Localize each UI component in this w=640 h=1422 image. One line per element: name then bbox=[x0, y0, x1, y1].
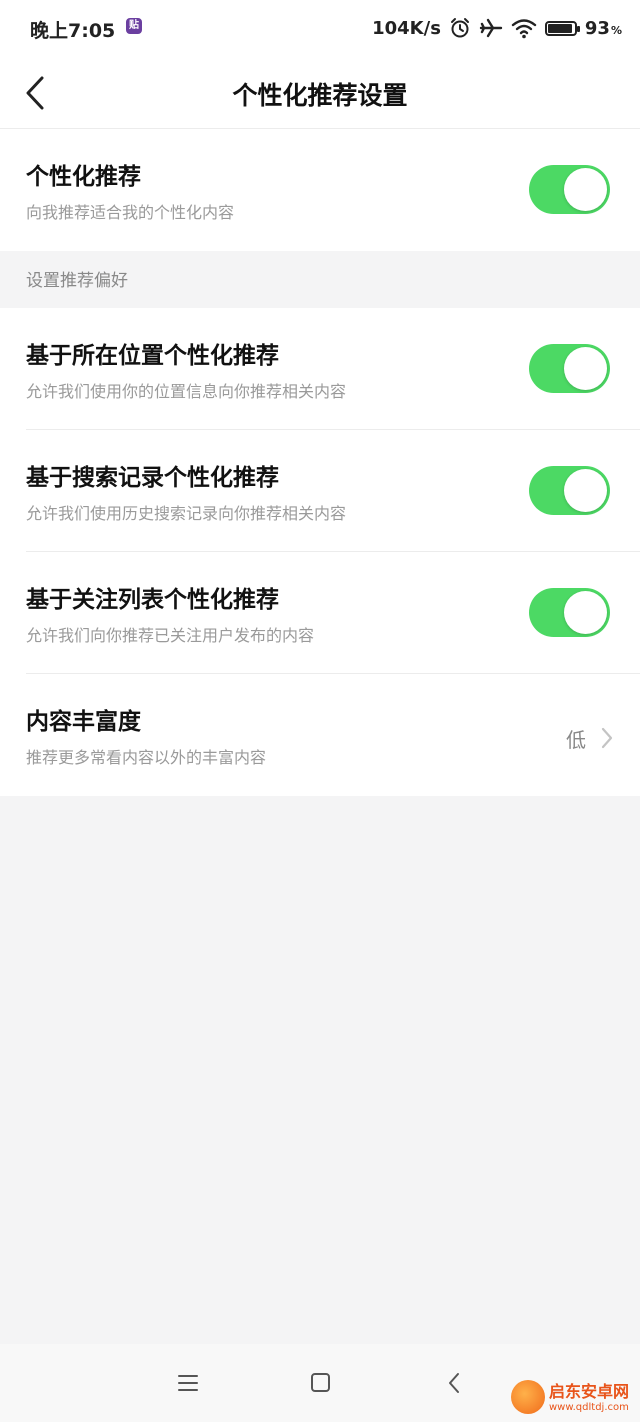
toggle-knob bbox=[564, 168, 607, 211]
wifi-icon bbox=[511, 19, 537, 39]
toggle-knob bbox=[564, 347, 607, 390]
row-title: 基于所在位置个性化推荐 bbox=[26, 343, 279, 369]
notification-app-icon: 贴 bbox=[126, 18, 142, 34]
personalized-recommendation-toggle[interactable] bbox=[529, 165, 610, 214]
row-title: 基于搜索记录个性化推荐 bbox=[26, 465, 279, 491]
section-label: 设置推荐偏好 bbox=[26, 271, 128, 291]
toggle-knob bbox=[564, 591, 607, 634]
search-history-recommendation-toggle[interactable] bbox=[529, 466, 610, 515]
following-list-recommendation-row: 基于关注列表个性化推荐 允许我们向你推荐已关注用户发布的内容 bbox=[0, 552, 640, 674]
row-description: 允许我们使用历史搜索记录向你推荐相关内容 bbox=[26, 504, 347, 523]
preferences-card: 基于所在位置个性化推荐 允许我们使用你的位置信息向你推荐相关内容 基于搜索记录个… bbox=[0, 308, 640, 796]
menu-button[interactable] bbox=[170, 1368, 206, 1398]
status-bar: 晚上7:05 贴 104K/s 93% bbox=[0, 0, 640, 58]
row-description: 允许我们使用你的位置信息向你推荐相关内容 bbox=[26, 382, 347, 401]
page-title: 个性化推荐设置 bbox=[232, 81, 408, 110]
title-bar: 个性化推荐设置 bbox=[0, 58, 640, 129]
network-speed: 104K/s bbox=[372, 17, 441, 39]
home-square-icon bbox=[311, 1373, 330, 1392]
row-description: 向我推荐适合我的个性化内容 bbox=[26, 203, 235, 222]
alarm-icon bbox=[450, 18, 469, 38]
main-toggle-card: 个性化推荐 向我推荐适合我的个性化内容 bbox=[0, 129, 640, 251]
watermark-title: 启东安卓网 bbox=[549, 1382, 630, 1401]
airplane-icon bbox=[479, 18, 503, 38]
location-recommendation-toggle[interactable] bbox=[529, 344, 610, 393]
status-time: 晚上7:05 bbox=[30, 20, 116, 42]
chevron-right-icon bbox=[601, 727, 613, 749]
menu-icon bbox=[178, 1375, 198, 1391]
content-richness-row[interactable]: 内容丰富度 推荐更多常看内容以外的丰富内容 低 bbox=[0, 674, 640, 796]
location-recommendation-row: 基于所在位置个性化推荐 允许我们使用你的位置信息向你推荐相关内容 bbox=[0, 308, 640, 430]
search-history-recommendation-row: 基于搜索记录个性化推荐 允许我们使用历史搜索记录向你推荐相关内容 bbox=[0, 430, 640, 552]
battery-percent: 93% bbox=[584, 17, 622, 39]
home-button[interactable] bbox=[302, 1368, 338, 1398]
row-title: 个性化推荐 bbox=[26, 164, 141, 190]
content-richness-value: 低 bbox=[566, 728, 586, 752]
battery-icon bbox=[544, 20, 580, 36]
watermark-logo-icon bbox=[511, 1380, 545, 1414]
watermark: 启东安卓网 www.qdltdj.com bbox=[505, 1376, 640, 1420]
nav-back-button[interactable] bbox=[436, 1368, 472, 1398]
battery-fill bbox=[547, 23, 573, 33]
personalized-recommendation-row: 个性化推荐 向我推荐适合我的个性化内容 bbox=[0, 129, 640, 251]
row-title: 内容丰富度 bbox=[26, 709, 141, 735]
following-list-recommendation-toggle[interactable] bbox=[529, 588, 610, 637]
row-title: 基于关注列表个性化推荐 bbox=[26, 587, 279, 613]
back-triangle-icon bbox=[449, 1373, 459, 1393]
toggle-knob bbox=[564, 469, 607, 512]
watermark-url: www.qdltdj.com bbox=[549, 1402, 629, 1413]
row-description: 推荐更多常看内容以外的丰富内容 bbox=[26, 748, 267, 767]
row-description: 允许我们向你推荐已关注用户发布的内容 bbox=[26, 626, 315, 645]
